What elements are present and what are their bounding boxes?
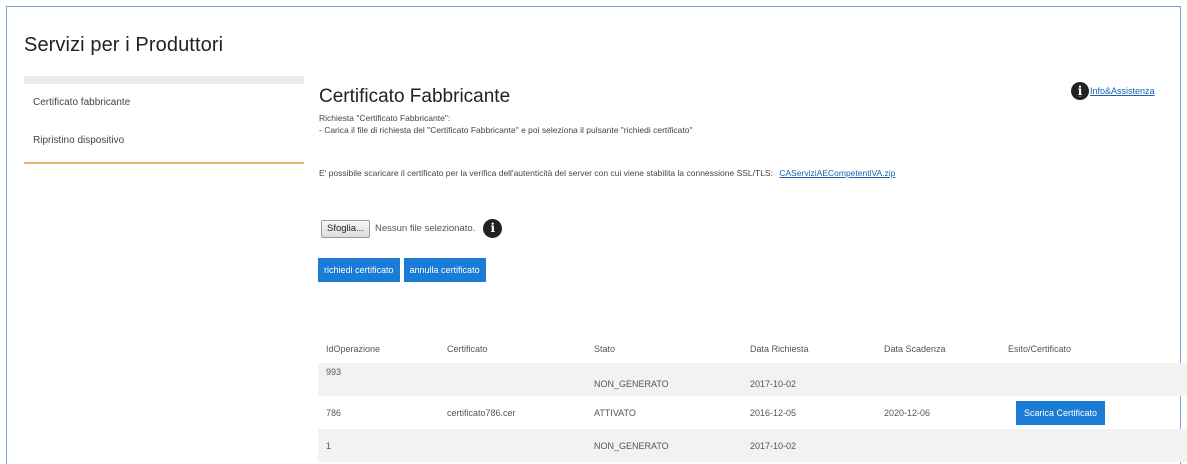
download-certificate-button[interactable]: Scarica Certificato <box>1016 400 1106 425</box>
cell-expiry-date <box>876 429 1000 462</box>
cell-status: NON_GENERATO <box>594 440 669 451</box>
table-row: 786 certificato786.cer ATTIVATO 2016-12-… <box>318 396 1187 429</box>
sidebar-item-certificato-fabbricante[interactable]: Certificato fabbricante <box>24 84 304 122</box>
cell-certificate <box>439 429 586 462</box>
cell-request-date: 2017-10-02 <box>750 378 797 389</box>
column-header: Data Scadenza <box>884 343 946 354</box>
column-header: Esito/Certificato <box>1008 343 1072 354</box>
cell-expiry-date <box>876 363 1000 396</box>
column-header: Stato <box>594 343 616 354</box>
cell-result <box>1000 429 1187 462</box>
cancel-certificate-button[interactable]: annulla certificato <box>403 258 486 282</box>
ssl-certificate-download-link[interactable]: CAServiziAECompetentiVA.zip <box>779 168 895 178</box>
cell-result: Scarica Certificato <box>1000 396 1187 429</box>
cell-request-date: 2016-12-05 <box>750 407 797 418</box>
table-header-row: IdOperazione Certificato Stato Data Rich… <box>318 334 1187 363</box>
info-assistenza-link[interactable]: i Info&Assistenza <box>1071 82 1155 100</box>
cell-expiry-date: 2020-12-06 <box>884 407 931 418</box>
table-row: 993 NON_GENERATO 2017-10-02 <box>318 363 1187 396</box>
sidebar-top-bar <box>24 76 304 84</box>
instruction-heading: Richiesta "Certificato Fabbricante": <box>319 113 451 123</box>
info-assistenza-label: Info&Assistenza <box>1090 86 1155 96</box>
file-status: Nessun file selezionato. <box>374 223 476 234</box>
info-icon: i <box>1071 82 1089 100</box>
cell-result <box>1000 363 1187 396</box>
column-header: Data Richiesta <box>750 343 809 354</box>
cell-status: NON_GENERATO <box>594 378 669 389</box>
action-buttons: richiedi certificato annulla certificato <box>318 258 490 282</box>
sidebar-item-ripristino-dispositivo[interactable]: Ripristino dispositivo <box>24 122 304 160</box>
cell-status: ATTIVATO <box>594 407 636 418</box>
operations-table: IdOperazione Certificato Stato Data Rich… <box>318 334 1187 462</box>
file-info-icon[interactable]: i <box>483 219 503 238</box>
ssl-info: E' possibile scaricare il certificato pe… <box>319 168 895 178</box>
sidebar: Certificato fabbricante Ripristino dispo… <box>24 76 304 164</box>
table-row: 1 NON_GENERATO 2017-10-02 <box>318 429 1187 462</box>
cell-id: 1 <box>326 440 332 451</box>
cell-certificate: certificato786.cer <box>447 407 516 418</box>
cell-request-date: 2017-10-02 <box>750 440 797 451</box>
cell-certificate <box>439 363 586 396</box>
sidebar-divider <box>24 162 304 164</box>
cell-id: 786 <box>326 407 342 418</box>
cell-id: 993 <box>326 367 342 377</box>
request-certificate-button[interactable]: richiedi certificato <box>318 258 400 282</box>
page-title: Certificato Fabbricante <box>319 86 511 107</box>
browse-file-button[interactable]: Sfoglia... <box>321 219 370 238</box>
ssl-text: E' possibile scaricare il certificato pe… <box>319 168 773 178</box>
instruction-text: - Carica il file di richiesta del "Certi… <box>319 125 693 135</box>
column-header: IdOperazione <box>326 343 381 354</box>
file-upload: Sfoglia... Nessun file selezionato. i <box>321 219 503 238</box>
app-title: Servizi per i Produttori <box>24 34 224 56</box>
column-header: Certificato <box>447 343 488 354</box>
